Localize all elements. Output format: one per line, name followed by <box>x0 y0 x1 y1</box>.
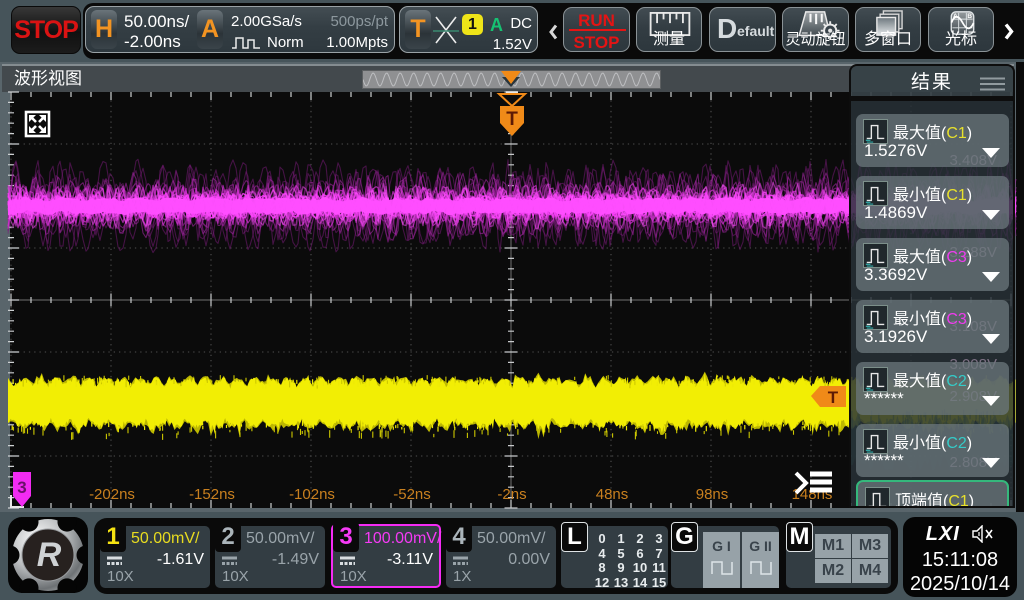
svg-text:T: T <box>506 109 518 130</box>
svg-text:A: A <box>953 13 958 20</box>
svg-text:3: 3 <box>17 478 26 497</box>
svg-text:98ns: 98ns <box>696 486 729 503</box>
svg-text:48ns: 48ns <box>596 486 629 503</box>
svg-text:-2ns: -2ns <box>497 486 526 503</box>
svg-text:-52ns: -52ns <box>393 486 431 503</box>
svg-text:-202ns: -202ns <box>89 486 135 503</box>
svg-text:B: B <box>967 13 972 20</box>
svg-text:-152ns: -152ns <box>189 486 235 503</box>
svg-text:T: T <box>828 388 839 407</box>
svg-text:-102ns: -102ns <box>289 486 335 503</box>
